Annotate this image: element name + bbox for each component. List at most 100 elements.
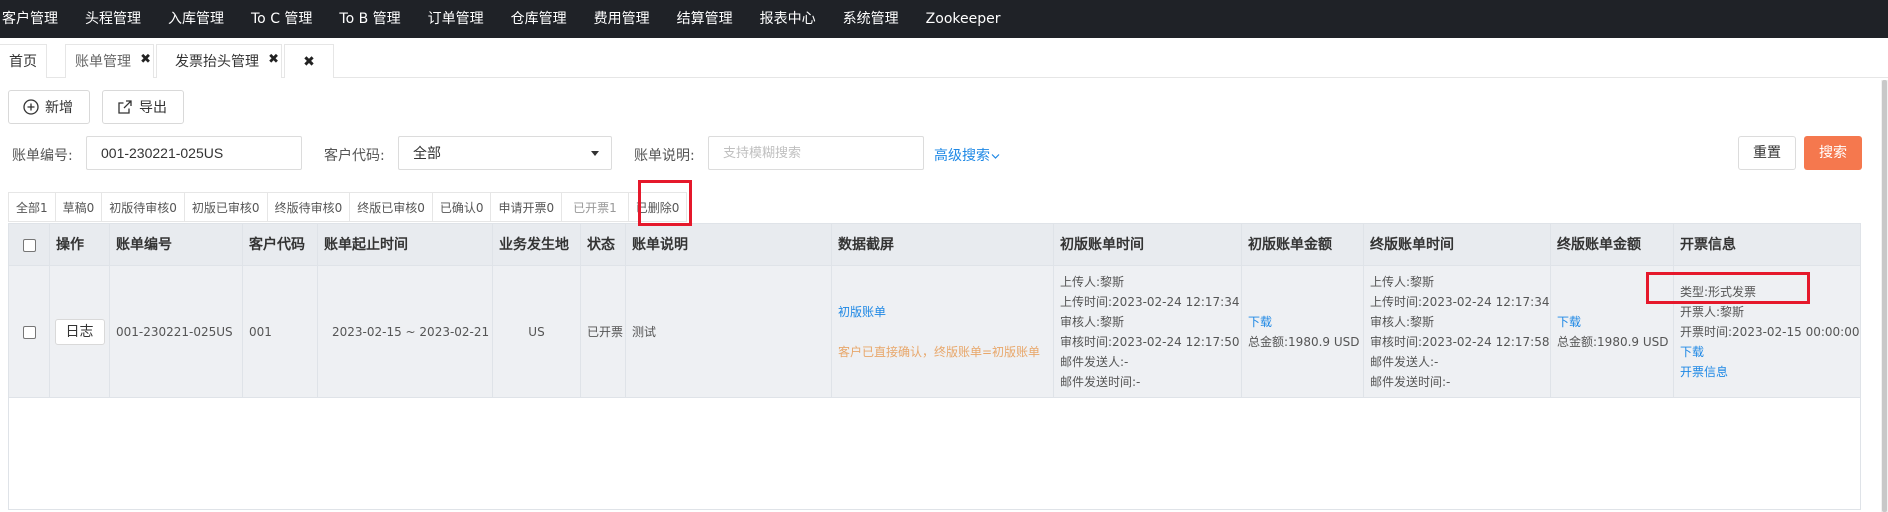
- first-download-link[interactable]: 下载: [1248, 312, 1363, 332]
- row-select-cell: [9, 266, 49, 398]
- table-row: 日志 001-230221-025US 001 2023-02-15 ~ 202…: [8, 266, 1861, 398]
- table-empty-area: [8, 398, 1861, 510]
- invoice-person: 开票人:黎斯: [1680, 305, 1745, 319]
- reset-button[interactable]: 重置: [1738, 136, 1796, 170]
- row-checkbox[interactable]: [22, 325, 36, 339]
- customer-label: 客户代码:: [324, 148, 385, 164]
- first-mail-sender: 邮件发送人:-: [1060, 355, 1129, 369]
- first-bill-link[interactable]: 初版账单: [838, 302, 1053, 322]
- header-period: 账单起止时间: [317, 224, 492, 267]
- bill-no-input[interactable]: 001-230221-025US: [86, 136, 302, 170]
- status-tab-first-approved[interactable]: 初版已审核0: [183, 192, 267, 222]
- highlight-box: [638, 180, 692, 226]
- final-download-link[interactable]: 下载: [1557, 312, 1673, 332]
- row-action-cell: 日志: [49, 266, 109, 398]
- first-total: 总金额:1980.9 USD: [1248, 335, 1360, 349]
- final-reviewer: 审核人:黎斯: [1370, 315, 1435, 329]
- tab-bill[interactable]: 账单管理 ✖: [65, 44, 154, 78]
- final-review-time: 审核时间:2023-02-24 12:17:58: [1370, 335, 1550, 349]
- close-all-tabs-button[interactable]: ✖: [284, 44, 334, 78]
- customer-select[interactable]: 全部: [398, 136, 612, 170]
- nav-system[interactable]: 系统管理: [843, 0, 912, 38]
- search-button[interactable]: 搜索: [1804, 136, 1862, 170]
- nav-to-b[interactable]: To B 管理: [339, 0, 413, 38]
- status-tab-invoice-requested[interactable]: 申请开票0: [490, 192, 562, 222]
- final-uploader: 上传人:黎斯: [1370, 275, 1435, 289]
- plus-circle-icon: [23, 99, 39, 115]
- scrollbar-thumb[interactable]: [1882, 80, 1887, 512]
- status-tab-first-pending[interactable]: 初版待审核0: [101, 192, 184, 222]
- final-total: 总金额:1980.9 USD: [1557, 335, 1669, 349]
- status-tab-all[interactable]: 全部1: [8, 192, 55, 222]
- header-screenshot: 数据截屏: [831, 224, 1053, 267]
- table-header: 操作 账单编号 客户代码 账单起止时间 业务发生地 状态 账单说明 数据截屏 初…: [8, 223, 1862, 267]
- final-mail-sender: 邮件发送人:-: [1370, 355, 1439, 369]
- header-invoice: 开票信息: [1673, 224, 1862, 267]
- status-tab-confirmed[interactable]: 已确认0: [431, 192, 491, 222]
- header-bill-no: 账单编号: [109, 224, 242, 267]
- export-button-label: 导出: [139, 99, 167, 115]
- page-tabs: 首页 账单管理 ✖ 发票抬头管理 ✖ ✖: [0, 44, 1888, 78]
- row-status: 已开票: [580, 266, 625, 398]
- first-reviewer: 审核人:黎斯: [1060, 315, 1125, 329]
- add-button[interactable]: 新增: [8, 90, 90, 124]
- search-row: 账单编号: 001-230221-025US 客户代码: 全部 账单说明: 支持…: [0, 136, 1888, 172]
- nav-customer[interactable]: 客户管理: [2, 0, 71, 38]
- nav-inbound[interactable]: 入库管理: [168, 0, 237, 38]
- nav-settlement[interactable]: 结算管理: [677, 0, 746, 38]
- screenshot-note: 客户已直接确认，终版账单=初版账单: [838, 345, 1041, 359]
- row-desc: 测试: [625, 266, 831, 398]
- row-first-time: 上传人:黎斯 上传时间:2023-02-24 12:17:34 审核人:黎斯 审…: [1053, 266, 1241, 398]
- row-location: US: [492, 266, 580, 398]
- nav-to-c[interactable]: To C 管理: [251, 0, 325, 38]
- row-final-time: 上传人:黎斯 上传时间:2023-02-24 12:17:34 审核人:黎斯 审…: [1363, 266, 1550, 398]
- header-final-time: 终版账单时间: [1363, 224, 1550, 267]
- location-value: US: [528, 325, 545, 339]
- tab-home[interactable]: 首页: [0, 44, 47, 78]
- header-first-time: 初版账单时间: [1053, 224, 1241, 267]
- chevron-down-icon: [991, 154, 1000, 159]
- status-tab-invoiced[interactable]: 已开票1: [561, 192, 628, 222]
- final-upload-time: 上传时间:2023-02-24 12:17:34: [1370, 295, 1550, 309]
- status-tab-final-approved[interactable]: 终版已审核0: [349, 192, 432, 222]
- header-customer: 客户代码: [242, 224, 317, 267]
- status-tab-draft[interactable]: 草稿0: [54, 192, 102, 222]
- nav-fee[interactable]: 费用管理: [594, 0, 663, 38]
- caret-down-icon: [591, 151, 599, 156]
- row-period: 2023-02-15 ~ 2023-02-21: [317, 266, 492, 398]
- nav-order[interactable]: 订单管理: [428, 0, 497, 38]
- desc-value: 测试: [632, 325, 657, 339]
- customer-value: 001: [249, 325, 272, 339]
- period-value: 2023-02-15 ~ 2023-02-21: [332, 325, 490, 339]
- select-all-checkbox[interactable]: [22, 239, 36, 252]
- desc-input[interactable]: 支持模糊搜索: [708, 136, 924, 170]
- tab-home-label: 首页: [9, 54, 37, 70]
- log-button[interactable]: 日志: [54, 319, 105, 345]
- nav-report[interactable]: 报表中心: [760, 0, 829, 38]
- first-review-time: 审核时间:2023-02-24 12:17:50: [1060, 335, 1240, 349]
- invoice-info-link[interactable]: 开票信息: [1680, 362, 1862, 382]
- status-tabs: 全部1 草稿0 初版待审核0 初版已审核0 终版待审核0 终版已审核0 已确认0…: [8, 192, 688, 222]
- invoice-download-link[interactable]: 下载: [1680, 342, 1862, 362]
- tab-invoice-header-label: 发票抬头管理: [175, 54, 259, 70]
- vertical-scrollbar[interactable]: [1881, 80, 1888, 512]
- invoice-time: 开票时间:2023-02-15 00:00:00: [1680, 325, 1860, 339]
- final-mail-time: 邮件发送时间:-: [1370, 375, 1451, 389]
- nav-first-leg[interactable]: 头程管理: [85, 0, 154, 38]
- advanced-search-link[interactable]: 高级搜索: [934, 145, 1000, 165]
- status-tab-final-pending[interactable]: 终版待审核0: [266, 192, 350, 222]
- close-icon[interactable]: ✖: [140, 43, 151, 77]
- top-nav: 客户管理 头程管理 入库管理 To C 管理 To B 管理 订单管理 仓库管理…: [0, 0, 1888, 38]
- nav-zookeeper[interactable]: Zookeeper: [926, 0, 1014, 38]
- header-first-amount: 初版账单金额: [1241, 224, 1363, 267]
- bill-no-value: 001-230221-025US: [116, 325, 233, 339]
- first-uploader: 上传人:黎斯: [1060, 275, 1125, 289]
- export-button[interactable]: 导出: [102, 90, 184, 124]
- tab-bill-label: 账单管理: [75, 54, 131, 70]
- row-bill-no: 001-230221-025US: [109, 266, 242, 398]
- bill-table: 操作 账单编号 客户代码 账单起止时间 业务发生地 状态 账单说明 数据截屏 初…: [8, 223, 1861, 510]
- close-icon[interactable]: ✖: [268, 43, 279, 77]
- header-desc: 账单说明: [625, 224, 831, 267]
- tab-invoice-header[interactable]: 发票抬头管理 ✖: [156, 44, 282, 78]
- nav-warehouse[interactable]: 仓库管理: [511, 0, 580, 38]
